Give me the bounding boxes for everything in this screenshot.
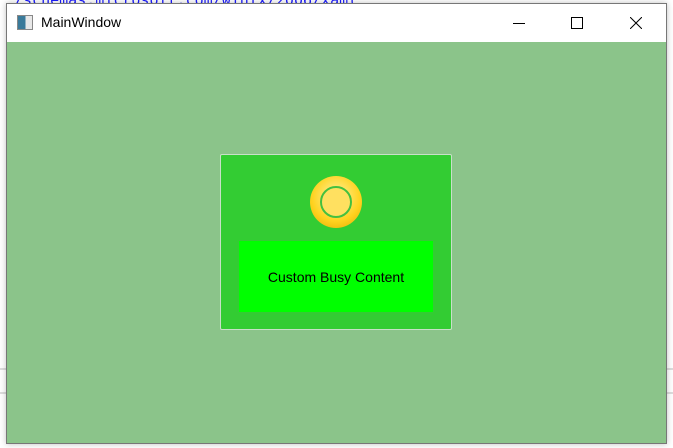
busy-spinner-icon [310,176,362,228]
busy-indicator-panel: Custom Busy Content [220,154,452,330]
minimize-icon [513,23,525,24]
close-icon [630,17,642,29]
spinner-center [320,186,352,218]
close-button[interactable] [613,4,659,42]
main-window: MainWindow Custom Busy Content [6,3,667,444]
busy-content-text: Custom Busy Content [267,268,405,285]
maximize-button[interactable] [554,4,600,42]
title-bar[interactable]: MainWindow [7,4,666,42]
window-title: MainWindow [41,14,122,30]
busy-content: Custom Busy Content [239,241,433,312]
maximize-icon [571,17,583,29]
minimize-button[interactable] [496,4,542,42]
app-icon [17,15,33,30]
